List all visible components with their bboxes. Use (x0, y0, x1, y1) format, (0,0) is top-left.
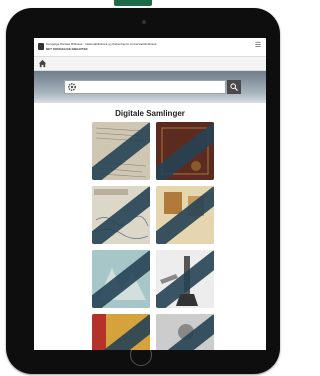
nav-bar (34, 57, 266, 71)
site-header: Kongelige Danske Bibliotek · Nationalbib… (34, 38, 266, 57)
collection-tile[interactable] (156, 186, 214, 244)
camera (142, 20, 146, 24)
collection-tile[interactable] (92, 122, 150, 180)
collection-tile[interactable] (156, 122, 214, 180)
crest-icon (38, 43, 44, 50)
search-box (64, 80, 226, 94)
collection-tile[interactable] (156, 250, 214, 308)
search-band (34, 71, 266, 103)
collection-tile[interactable] (156, 314, 214, 350)
search-icon (230, 83, 238, 91)
collection-tile[interactable] (92, 186, 150, 244)
page-title: Digitale Samlinger (115, 109, 185, 118)
collection-tile[interactable] (92, 314, 150, 350)
top-tab-marker (114, 0, 152, 6)
gear-icon[interactable] (67, 82, 77, 92)
menu-icon[interactable]: ☰ (254, 42, 262, 50)
tablet-screen: Kongelige Danske Bibliotek · Nationalbib… (34, 38, 266, 350)
home-icon[interactable] (38, 59, 47, 68)
tablet-frame: Kongelige Danske Bibliotek · Nationalbib… (6, 8, 280, 374)
logo-line-2[interactable]: DET KONGELIGE BIBLIOTEK (46, 47, 216, 52)
collection-tile[interactable] (92, 250, 150, 308)
search-input[interactable] (79, 81, 223, 93)
search-button[interactable] (227, 80, 241, 94)
